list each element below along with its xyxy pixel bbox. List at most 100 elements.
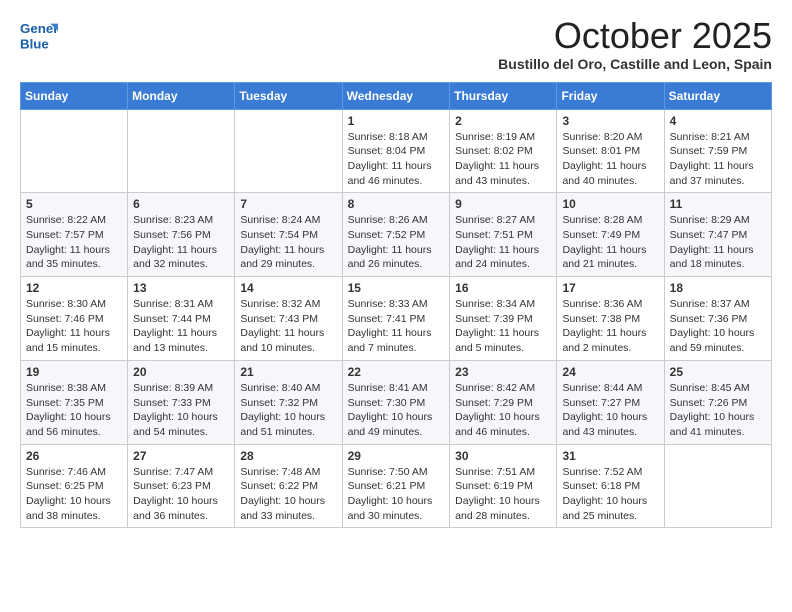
- day-number: 14: [240, 281, 336, 295]
- day-info: Sunrise: 7:51 AMSunset: 6:19 PMDaylight:…: [455, 465, 551, 524]
- day-number: 4: [670, 114, 766, 128]
- svg-text:Blue: Blue: [20, 36, 49, 51]
- day-number: 9: [455, 197, 551, 211]
- calendar-cell: 10 Sunrise: 8:28 AMSunset: 7:49 PMDayligh…: [557, 193, 664, 277]
- calendar-week-1: 1Sunrise: 8:18 AMSunset: 8:04 PMDaylight…: [21, 109, 772, 193]
- calendar-cell: 29 Sunrise: 7:50 AMSunset: 6:21 PMDayligh…: [342, 444, 450, 528]
- day-info: Sunrise: 8:30 AMSunset: 7:46 PMDaylight:…: [26, 297, 122, 356]
- calendar-cell: 14 Sunrise: 8:32 AMSunset: 7:43 PMDayligh…: [235, 277, 342, 361]
- day-number: 30: [455, 449, 551, 463]
- day-info: Sunrise: 7:52 AMSunset: 6:18 PMDaylight:…: [562, 465, 658, 524]
- day-info: Sunrise: 8:36 AMSunset: 7:38 PMDaylight:…: [562, 297, 658, 356]
- calendar-cell: 6Sunrise: 8:23 AMSunset: 7:56 PMDaylight…: [128, 193, 235, 277]
- day-info: Sunrise: 8:24 AMSunset: 7:54 PMDaylight:…: [240, 213, 336, 272]
- calendar-week-3: 12 Sunrise: 8:30 AMSunset: 7:46 PMDayligh…: [21, 277, 772, 361]
- day-info: Sunrise: 8:33 AMSunset: 7:41 PMDaylight:…: [348, 297, 445, 356]
- calendar-cell: 22 Sunrise: 8:41 AMSunset: 7:30 PMDayligh…: [342, 360, 450, 444]
- calendar-cell: 8 Sunrise: 8:26 AMSunset: 7:52 PMDaylight…: [342, 193, 450, 277]
- calendar-cell: 16Sunrise: 8:34 AMSunset: 7:39 PMDayligh…: [450, 277, 557, 361]
- calendar-cell: 26Sunrise: 7:46 AMSunset: 6:25 PMDayligh…: [21, 444, 128, 528]
- day-info: Sunrise: 8:22 AMSunset: 7:57 PMDaylight:…: [26, 213, 122, 272]
- header: General Blue October 2025 Bustillo del O…: [20, 16, 772, 72]
- calendar-cell: 5 Sunrise: 8:22 AMSunset: 7:57 PMDaylight…: [21, 193, 128, 277]
- calendar-cell: 13 Sunrise: 8:31 AMSunset: 7:44 PMDayligh…: [128, 277, 235, 361]
- day-info: Sunrise: 7:46 AMSunset: 6:25 PMDaylight:…: [26, 465, 122, 524]
- day-info: Sunrise: 8:39 AMSunset: 7:33 PMDaylight:…: [133, 381, 229, 440]
- title-block: October 2025 Bustillo del Oro, Castille …: [498, 16, 772, 72]
- calendar-cell: 15 Sunrise: 8:33 AMSunset: 7:41 PMDayligh…: [342, 277, 450, 361]
- day-info: Sunrise: 7:47 AMSunset: 6:23 PMDaylight:…: [133, 465, 229, 524]
- day-number: 24: [562, 365, 658, 379]
- calendar-cell: 28 Sunrise: 7:48 AMSunset: 6:22 PMDayligh…: [235, 444, 342, 528]
- calendar-cell: 7 Sunrise: 8:24 AMSunset: 7:54 PMDaylight…: [235, 193, 342, 277]
- day-info: Sunrise: 8:19 AMSunset: 8:02 PMDaylight:…: [455, 130, 551, 189]
- day-number: 21: [240, 365, 336, 379]
- calendar-cell: 2Sunrise: 8:19 AMSunset: 8:02 PMDaylight…: [450, 109, 557, 193]
- day-info: Sunrise: 8:42 AMSunset: 7:29 PMDaylight:…: [455, 381, 551, 440]
- day-info: Sunrise: 8:34 AMSunset: 7:39 PMDaylight:…: [455, 297, 551, 356]
- header-monday: Monday: [128, 82, 235, 109]
- day-info: Sunrise: 7:50 AMSunset: 6:21 PMDaylight:…: [348, 465, 445, 524]
- calendar-week-2: 5 Sunrise: 8:22 AMSunset: 7:57 PMDaylight…: [21, 193, 772, 277]
- day-number: 3: [562, 114, 658, 128]
- calendar-cell: 17 Sunrise: 8:36 AMSunset: 7:38 PMDayligh…: [557, 277, 664, 361]
- day-number: 8: [348, 197, 445, 211]
- day-info: Sunrise: 8:38 AMSunset: 7:35 PMDaylight:…: [26, 381, 122, 440]
- calendar-cell: 4Sunrise: 8:21 AMSunset: 7:59 PMDaylight…: [664, 109, 771, 193]
- day-number: 11: [670, 197, 766, 211]
- day-number: 18: [670, 281, 766, 295]
- day-number: 12: [26, 281, 122, 295]
- calendar-cell: 31Sunrise: 7:52 AMSunset: 6:18 PMDayligh…: [557, 444, 664, 528]
- day-info: Sunrise: 8:45 AMSunset: 7:26 PMDaylight:…: [670, 381, 766, 440]
- day-info: Sunrise: 8:20 AMSunset: 8:01 PMDaylight:…: [562, 130, 658, 189]
- header-wednesday: Wednesday: [342, 82, 450, 109]
- day-number: 7: [240, 197, 336, 211]
- calendar-cell: 25 Sunrise: 8:45 AMSunset: 7:26 PMDayligh…: [664, 360, 771, 444]
- day-number: 28: [240, 449, 336, 463]
- month-title: October 2025: [498, 16, 772, 56]
- day-number: 19: [26, 365, 122, 379]
- day-info: Sunrise: 8:27 AMSunset: 7:51 PMDaylight:…: [455, 213, 551, 272]
- calendar-cell: 11Sunrise: 8:29 AMSunset: 7:47 PMDayligh…: [664, 193, 771, 277]
- calendar-cell: 18 Sunrise: 8:37 AMSunset: 7:36 PMDayligh…: [664, 277, 771, 361]
- day-number: 17: [562, 281, 658, 295]
- page: General Blue October 2025 Bustillo del O…: [0, 0, 792, 612]
- day-number: 5: [26, 197, 122, 211]
- calendar-cell: 23 Sunrise: 8:42 AMSunset: 7:29 PMDayligh…: [450, 360, 557, 444]
- day-info: Sunrise: 8:26 AMSunset: 7:52 PMDaylight:…: [348, 213, 445, 272]
- calendar-cell: 3 Sunrise: 8:20 AMSunset: 8:01 PMDaylight…: [557, 109, 664, 193]
- day-info: Sunrise: 7:48 AMSunset: 6:22 PMDaylight:…: [240, 465, 336, 524]
- day-info: Sunrise: 8:23 AMSunset: 7:56 PMDaylight:…: [133, 213, 229, 272]
- day-info: Sunrise: 8:31 AMSunset: 7:44 PMDaylight:…: [133, 297, 229, 356]
- day-info: Sunrise: 8:37 AMSunset: 7:36 PMDaylight:…: [670, 297, 766, 356]
- calendar-cell: [664, 444, 771, 528]
- day-number: 20: [133, 365, 229, 379]
- calendar-cell: [128, 109, 235, 193]
- header-friday: Friday: [557, 82, 664, 109]
- calendar-cell: 19 Sunrise: 8:38 AMSunset: 7:35 PMDayligh…: [21, 360, 128, 444]
- header-sunday: Sunday: [21, 82, 128, 109]
- day-info: Sunrise: 8:40 AMSunset: 7:32 PMDaylight:…: [240, 381, 336, 440]
- calendar: Sunday Monday Tuesday Wednesday Thursday…: [20, 82, 772, 529]
- weekday-header-row: Sunday Monday Tuesday Wednesday Thursday…: [21, 82, 772, 109]
- day-number: 10: [562, 197, 658, 211]
- logo-icon: General Blue: [20, 16, 58, 54]
- day-number: 25: [670, 365, 766, 379]
- svg-text:General: General: [20, 21, 58, 36]
- day-info: Sunrise: 8:32 AMSunset: 7:43 PMDaylight:…: [240, 297, 336, 356]
- calendar-cell: 27Sunrise: 7:47 AMSunset: 6:23 PMDayligh…: [128, 444, 235, 528]
- day-info: Sunrise: 8:28 AMSunset: 7:49 PMDaylight:…: [562, 213, 658, 272]
- day-info: Sunrise: 8:41 AMSunset: 7:30 PMDaylight:…: [348, 381, 445, 440]
- header-tuesday: Tuesday: [235, 82, 342, 109]
- calendar-week-5: 26Sunrise: 7:46 AMSunset: 6:25 PMDayligh…: [21, 444, 772, 528]
- calendar-cell: 12 Sunrise: 8:30 AMSunset: 7:46 PMDayligh…: [21, 277, 128, 361]
- day-number: 1: [348, 114, 445, 128]
- day-number: 29: [348, 449, 445, 463]
- day-number: 22: [348, 365, 445, 379]
- header-thursday: Thursday: [450, 82, 557, 109]
- day-number: 23: [455, 365, 551, 379]
- calendar-cell: 9 Sunrise: 8:27 AMSunset: 7:51 PMDaylight…: [450, 193, 557, 277]
- day-number: 15: [348, 281, 445, 295]
- day-number: 13: [133, 281, 229, 295]
- calendar-cell: 21 Sunrise: 8:40 AMSunset: 7:32 PMDayligh…: [235, 360, 342, 444]
